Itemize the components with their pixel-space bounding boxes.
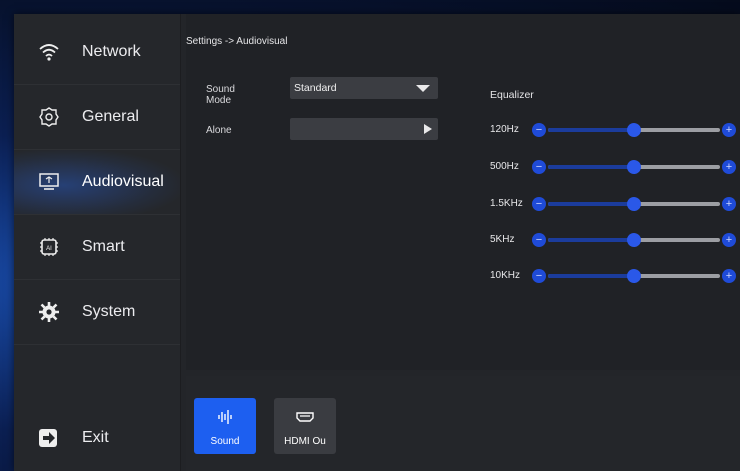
eq-band-label: 5KHz bbox=[490, 234, 515, 245]
plus-icon[interactable]: + bbox=[722, 233, 736, 247]
minus-icon[interactable]: − bbox=[532, 197, 546, 211]
chevron-right-icon bbox=[424, 124, 432, 134]
eq-band-label: 10KHz bbox=[490, 270, 521, 281]
eq-band-1-5khz: 1.5KHz − + bbox=[490, 197, 740, 211]
sidebar-item-smart[interactable]: AI Smart bbox=[14, 215, 180, 280]
breadcrumb: Settings -> Audiovisual bbox=[186, 36, 288, 47]
svg-text:AI: AI bbox=[46, 246, 52, 252]
minus-icon[interactable]: − bbox=[532, 233, 546, 247]
sidebar-item-audiovisual[interactable]: Audiovisual bbox=[14, 150, 180, 215]
sidebar-item-network[interactable]: Network bbox=[14, 20, 180, 85]
eq-slider[interactable] bbox=[548, 160, 720, 174]
sidebar-item-label: Audiovisual bbox=[82, 173, 164, 190]
eq-band-10khz: 10KHz − + bbox=[490, 269, 740, 283]
eq-slider-knob[interactable] bbox=[627, 197, 641, 211]
eq-slider-fill bbox=[548, 274, 634, 278]
eq-band-label: 500Hz bbox=[490, 161, 519, 172]
eq-band-120hz: 120Hz − + bbox=[490, 123, 740, 137]
eq-band-label: 1.5KHz bbox=[490, 198, 523, 209]
eq-band-label: 120Hz bbox=[490, 124, 519, 135]
bottom-tab-bar: Sound HDMI Ou bbox=[186, 376, 740, 471]
tab-label: HDMI Ou bbox=[284, 436, 326, 447]
plus-icon[interactable]: + bbox=[722, 160, 736, 174]
exit-button[interactable]: Exit bbox=[14, 406, 180, 470]
eq-slider[interactable] bbox=[548, 233, 720, 247]
eq-slider-fill bbox=[548, 128, 634, 132]
eq-band-500hz: 500Hz − + bbox=[490, 160, 740, 174]
sound-mode-value: Standard bbox=[294, 82, 337, 94]
eq-slider-knob[interactable] bbox=[627, 123, 641, 137]
minus-icon[interactable]: − bbox=[532, 160, 546, 174]
monitor-icon bbox=[38, 171, 60, 193]
tab-hdmi-out[interactable]: HDMI Ou bbox=[274, 398, 336, 454]
exit-arrow-icon bbox=[38, 427, 60, 449]
minus-icon[interactable]: − bbox=[532, 269, 546, 283]
eq-slider[interactable] bbox=[548, 197, 720, 211]
waveform-icon bbox=[217, 408, 233, 426]
hdmi-port-icon bbox=[296, 408, 314, 426]
minus-icon[interactable]: − bbox=[532, 123, 546, 137]
sidebar-item-label: System bbox=[82, 303, 136, 320]
eq-slider-fill bbox=[548, 238, 634, 242]
eq-band-5khz: 5KHz − + bbox=[490, 233, 740, 247]
eq-slider-knob[interactable] bbox=[627, 160, 641, 174]
plus-icon[interactable]: + bbox=[722, 123, 736, 137]
sidebar-item-general[interactable]: General bbox=[14, 85, 180, 150]
gear-outline-icon bbox=[38, 106, 60, 128]
settings-window: Network General Audiovisual AI Smart Sys… bbox=[14, 14, 740, 471]
plus-icon[interactable]: + bbox=[722, 197, 736, 211]
alone-select[interactable] bbox=[290, 118, 438, 140]
eq-slider[interactable] bbox=[548, 123, 720, 137]
plus-icon[interactable]: + bbox=[722, 269, 736, 283]
eq-slider-fill bbox=[548, 202, 634, 206]
sidebar-item-label: Smart bbox=[82, 238, 125, 255]
alone-label: Alone bbox=[206, 125, 232, 136]
eq-slider[interactable] bbox=[548, 269, 720, 283]
sidebar-item-system[interactable]: System bbox=[14, 280, 180, 345]
sidebar-item-label: General bbox=[82, 108, 139, 125]
tab-label: Sound bbox=[210, 436, 240, 447]
eq-slider-fill bbox=[548, 165, 634, 169]
audiovisual-panel: Settings -> Audiovisual Sound Mode Stand… bbox=[186, 14, 740, 370]
sidebar-item-label: Network bbox=[82, 43, 141, 60]
chevron-down-icon bbox=[416, 85, 430, 92]
sound-mode-label: Sound Mode bbox=[206, 84, 235, 106]
eq-slider-knob[interactable] bbox=[627, 233, 641, 247]
wifi-icon bbox=[38, 41, 60, 63]
sound-mode-select[interactable]: Standard bbox=[290, 77, 438, 99]
ai-chip-icon: AI bbox=[38, 236, 60, 258]
tab-sound[interactable]: Sound bbox=[194, 398, 256, 454]
eq-slider-knob[interactable] bbox=[627, 269, 641, 283]
sidebar: Network General Audiovisual AI Smart Sys… bbox=[14, 14, 181, 471]
system-gear-icon bbox=[38, 301, 60, 323]
equalizer-title: Equalizer bbox=[490, 89, 534, 101]
exit-label: Exit bbox=[82, 429, 109, 446]
